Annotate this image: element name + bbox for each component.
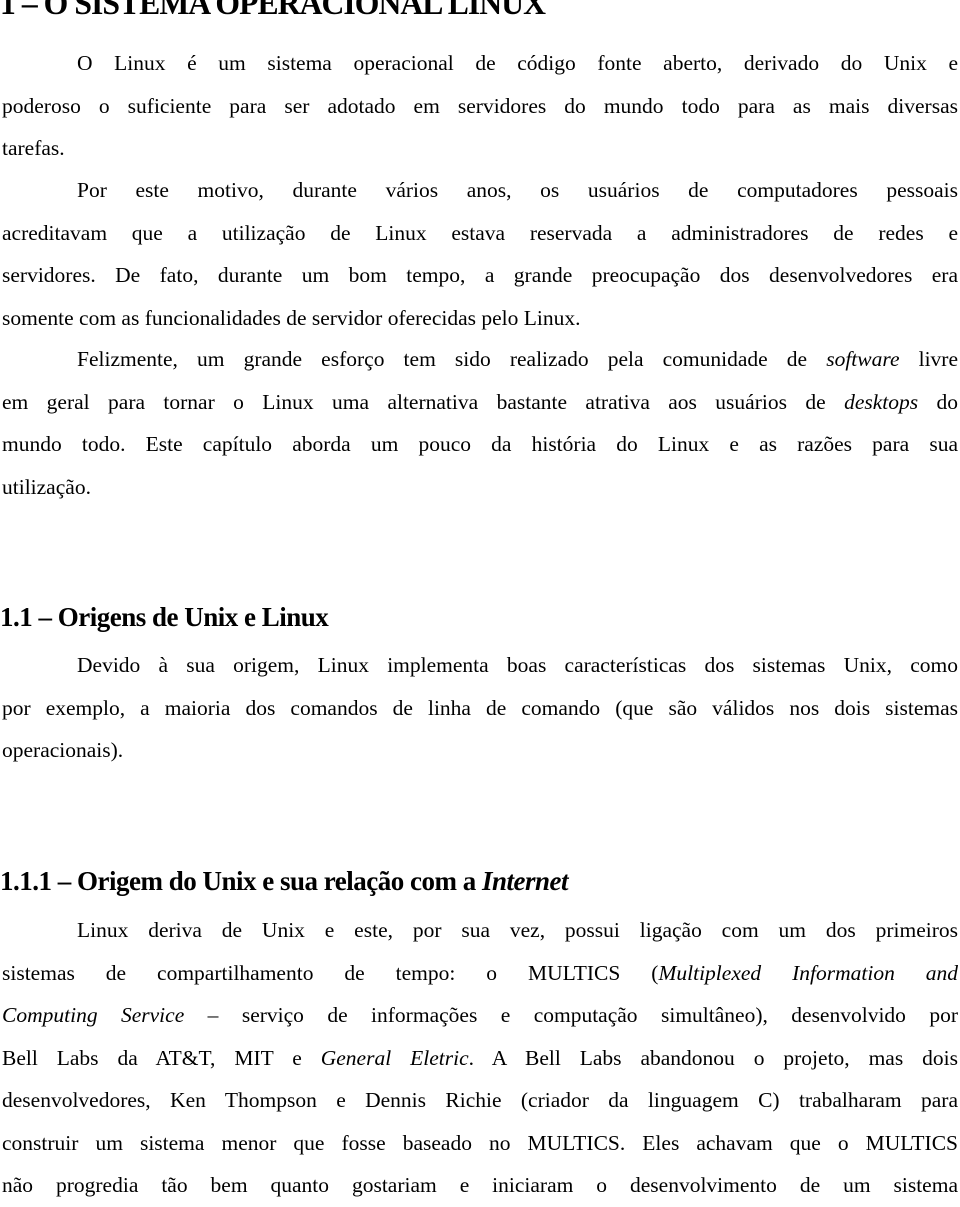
text-run: Felizmente, um grande esforço tem sido r… xyxy=(77,347,808,371)
paragraph-section-1-1-1: Linux deriva de Unix e este, por sua vez… xyxy=(2,909,958,1207)
paragraph-line: mundo todo. Este capítulo aborda um pouc… xyxy=(2,432,958,456)
section-1-1-1-title: 1.1.1 – Origem do Unix e sua relação com… xyxy=(0,866,568,897)
paragraph-line: construir um sistema menor que fosse bas… xyxy=(2,1130,958,1155)
paragraph-line: desenvolvedores, Ken Thompson e Dennis R… xyxy=(2,1088,958,1112)
paragraph-line: Bell Labs da AT&T, MIT e General Eletric… xyxy=(2,1037,958,1080)
paragraph-line: Por este motivo, durante vários anos, os… xyxy=(77,178,958,202)
paragraph-line: Devido à sua origem, Linux implementa bo… xyxy=(77,653,958,677)
paragraph-line: somente com as funcionalidades de servid… xyxy=(2,305,581,330)
paragraph-intro-2: Por este motivo, durante vários anos, os… xyxy=(2,169,958,339)
text-run: sistemas de compartilhamento de tempo: o… xyxy=(2,960,659,985)
emphasis-term: Multiplexed Information and xyxy=(658,960,959,985)
paragraph-line: utilização. xyxy=(2,474,91,499)
paragraph-line: por exemplo, a maioria dos comandos de l… xyxy=(2,695,958,720)
paragraph-line: acreditavam que a utilização de Linux es… xyxy=(2,220,958,245)
paragraph-line: Felizmente, um grande esforço tem sido r… xyxy=(2,338,958,381)
text-run: livre xyxy=(918,347,959,371)
heading-text: 1.1.1 – Origem do Unix e sua relação com… xyxy=(0,866,476,896)
chapter-title: 1 – O SISTEMA OPERACIONAL LINUX xyxy=(0,0,546,22)
emphasis-term: desktops xyxy=(844,389,919,414)
paragraph-line: poderoso o suficiente para ser adotado e… xyxy=(2,93,958,118)
paragraph-line: tarefas. xyxy=(2,136,65,160)
paragraph-line: não progredia tão bem quanto gostariam e… xyxy=(2,1173,958,1197)
heading-emphasis: Internet xyxy=(481,866,569,896)
paragraph-intro-1: O Linux é um sistema operacional de códi… xyxy=(2,42,958,170)
paragraph-line: em geral para tornar o Linux uma alterna… xyxy=(2,381,958,424)
text-run: . A Bell Labs abandonou o projeto, mas d… xyxy=(468,1045,958,1070)
emphasis-term: General Eletric xyxy=(320,1045,469,1070)
text-run: do xyxy=(936,389,959,414)
paragraph-line: operacionais). xyxy=(2,738,124,762)
paragraph-line: O Linux é um sistema operacional de códi… xyxy=(77,51,958,75)
emphasis-term: Computing Service xyxy=(2,1003,185,1027)
text-run: Bell Labs da AT&T, MIT e xyxy=(2,1045,302,1070)
paragraph-line: servidores. De fato, durante um bom temp… xyxy=(2,263,958,287)
text-run: – serviço de informações e computação si… xyxy=(207,1003,958,1027)
text-run: em geral para tornar o Linux uma alterna… xyxy=(2,389,826,414)
section-1-1-title: 1.1 – Origens de Unix e Linux xyxy=(0,602,329,632)
emphasis-term: software xyxy=(826,347,900,371)
paragraph-line: Linux deriva de Unix e este, por sua vez… xyxy=(77,918,958,942)
paragraph-line: sistemas de compartilhamento de tempo: o… xyxy=(2,952,958,995)
paragraph-section-1-1: Devido à sua origem, Linux implementa bo… xyxy=(2,644,958,772)
paragraph-intro-3: Felizmente, um grande esforço tem sido r… xyxy=(2,338,958,508)
paragraph-line: Computing Service – serviço de informaçõ… xyxy=(2,994,958,1037)
